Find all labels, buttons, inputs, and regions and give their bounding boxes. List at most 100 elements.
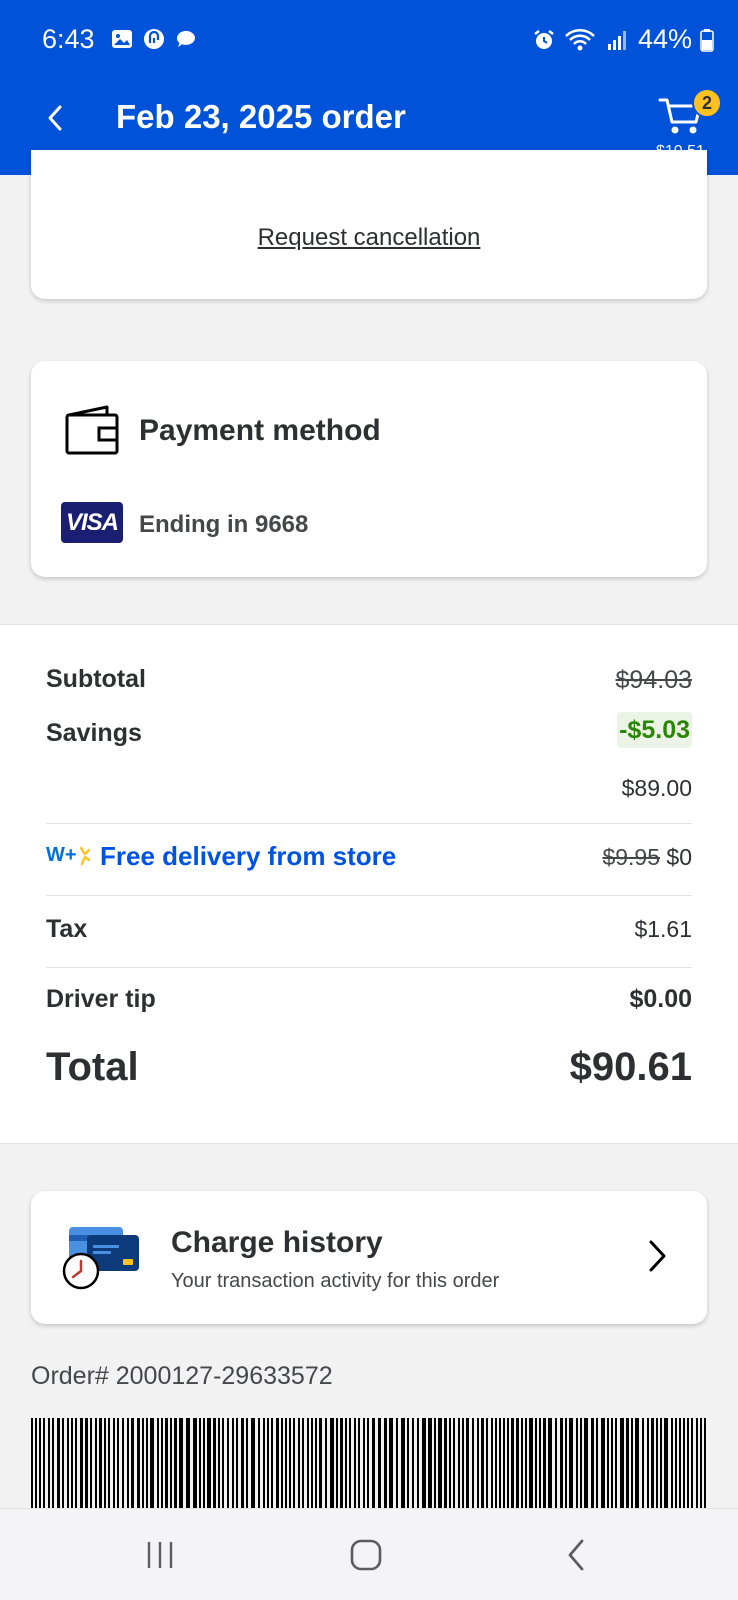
- barcode-bar: [232, 1418, 234, 1508]
- barcode-bar: [472, 1418, 474, 1508]
- driver-tip-value: $0.00: [629, 985, 692, 1013]
- home-icon: [350, 1539, 382, 1571]
- barcode-bar: [477, 1418, 479, 1508]
- barcode-bar: [186, 1418, 190, 1508]
- system-nav-bar: [0, 1508, 738, 1600]
- barcode-bar: [607, 1418, 609, 1508]
- barcode-bar: [507, 1418, 509, 1508]
- barcode-bar: [263, 1418, 265, 1508]
- back-button[interactable]: [38, 98, 72, 138]
- barcode-bar: [503, 1418, 505, 1508]
- barcode-bar: [241, 1418, 244, 1508]
- total-value: $90.61: [569, 1045, 692, 1089]
- barcode-bar: [675, 1418, 677, 1508]
- charge-history-card[interactable]: Charge history Your transaction activity…: [31, 1191, 707, 1324]
- barcode-bar: [203, 1418, 205, 1508]
- barcode-bar: [80, 1418, 83, 1508]
- charge-history-icon: [59, 1225, 171, 1296]
- delivery-original-price: $9.95: [602, 844, 661, 870]
- nav-back-button[interactable]: [552, 1535, 600, 1575]
- barcode-bar: [679, 1418, 681, 1508]
- barcode-bar: [146, 1418, 148, 1508]
- barcode-bar: [486, 1418, 488, 1508]
- barcode-bar: [267, 1418, 269, 1508]
- barcode-bar: [113, 1418, 115, 1508]
- barcode-bar: [179, 1418, 183, 1508]
- barcode-bar: [434, 1418, 436, 1508]
- request-cancellation-link[interactable]: Request cancellation: [31, 224, 707, 252]
- status-bar: 6:43 44%: [0, 0, 738, 80]
- barcode-bar: [122, 1418, 124, 1508]
- barcode-bar: [340, 1418, 343, 1508]
- barcode-bar: [535, 1418, 537, 1508]
- barcode-bar: [428, 1418, 432, 1508]
- barcode-bar: [525, 1418, 527, 1508]
- barcode-bar: [626, 1418, 629, 1508]
- barcode-bar: [700, 1418, 702, 1508]
- barcode-bar: [285, 1418, 287, 1508]
- barcode-bar: [555, 1418, 557, 1508]
- barcode-bar: [491, 1418, 493, 1508]
- home-button[interactable]: [342, 1535, 390, 1575]
- barcode-bar: [358, 1418, 360, 1508]
- barcode-bar: [651, 1418, 654, 1508]
- barcode-bar: [150, 1418, 154, 1508]
- order-barcode: [31, 1418, 707, 1508]
- barcode-bar: [293, 1418, 295, 1508]
- savings-value: -$5.03: [617, 712, 692, 748]
- back-icon: [568, 1539, 584, 1571]
- order-number: Order# 2000127-29633572: [31, 1362, 333, 1390]
- charge-history-subtitle: Your transaction activity for this order: [171, 1270, 500, 1292]
- barcode-bar: [302, 1418, 304, 1508]
- barcode-bar: [569, 1418, 573, 1508]
- savings-value-wrap: -$5.03: [617, 712, 692, 748]
- barcode-bar: [52, 1418, 54, 1508]
- barcode-bar: [481, 1418, 484, 1508]
- barcode-bar: [222, 1418, 224, 1508]
- barcode-bar: [396, 1418, 398, 1508]
- divider: [46, 967, 692, 968]
- barcode-bar: [548, 1418, 552, 1508]
- barcode-bar: [246, 1418, 248, 1508]
- barcode-bar: [174, 1418, 177, 1508]
- barcode-bar: [117, 1418, 119, 1508]
- barcode-bar: [539, 1418, 541, 1508]
- total-label: Total: [46, 1045, 139, 1089]
- barcode-bar: [576, 1418, 578, 1508]
- barcode-bar: [48, 1418, 50, 1508]
- barcode-bar: [671, 1418, 673, 1508]
- app-header: 6:43 44% Feb 23, 2025 order 2: [0, 0, 738, 175]
- barcode-bar: [511, 1418, 514, 1508]
- barcode-bar: [325, 1418, 327, 1508]
- free-delivery-label: Free delivery from store: [100, 841, 397, 871]
- wifi-icon: [564, 27, 598, 53]
- wallet-icon: [63, 401, 121, 462]
- barcode-bar: [687, 1418, 689, 1508]
- barcode-bar: [258, 1418, 260, 1508]
- barcode-bar: [307, 1418, 309, 1508]
- barcode-bar: [389, 1418, 393, 1508]
- after-savings-value: $89.00: [621, 775, 692, 801]
- barcode-bar: [560, 1418, 563, 1508]
- card-ending: Ending in 9668: [139, 511, 309, 538]
- chat-icon: [174, 27, 198, 56]
- barcode-bar: [696, 1418, 698, 1508]
- barcode-bar: [601, 1418, 605, 1508]
- subtotal-value: $94.03: [615, 666, 692, 694]
- barcode-bar: [529, 1418, 533, 1508]
- barcode-bar: [656, 1418, 658, 1508]
- delivery-final-price: $0: [666, 844, 692, 870]
- driver-tip-label: Driver tip: [46, 985, 156, 1013]
- barcode-bar: [104, 1418, 106, 1508]
- barcode-bar: [495, 1418, 497, 1508]
- cart-count-badge: 2: [692, 88, 722, 118]
- barcode-bar: [165, 1418, 168, 1508]
- barcode-bar: [95, 1418, 97, 1508]
- barcode-bar: [227, 1418, 229, 1508]
- barcode-bar: [157, 1418, 159, 1508]
- recents-button[interactable]: [136, 1535, 184, 1575]
- barcode-bar: [137, 1418, 140, 1508]
- barcode-bar: [31, 1418, 33, 1508]
- battery-percent: 44%: [637, 24, 692, 54]
- barcode-bar: [664, 1418, 668, 1508]
